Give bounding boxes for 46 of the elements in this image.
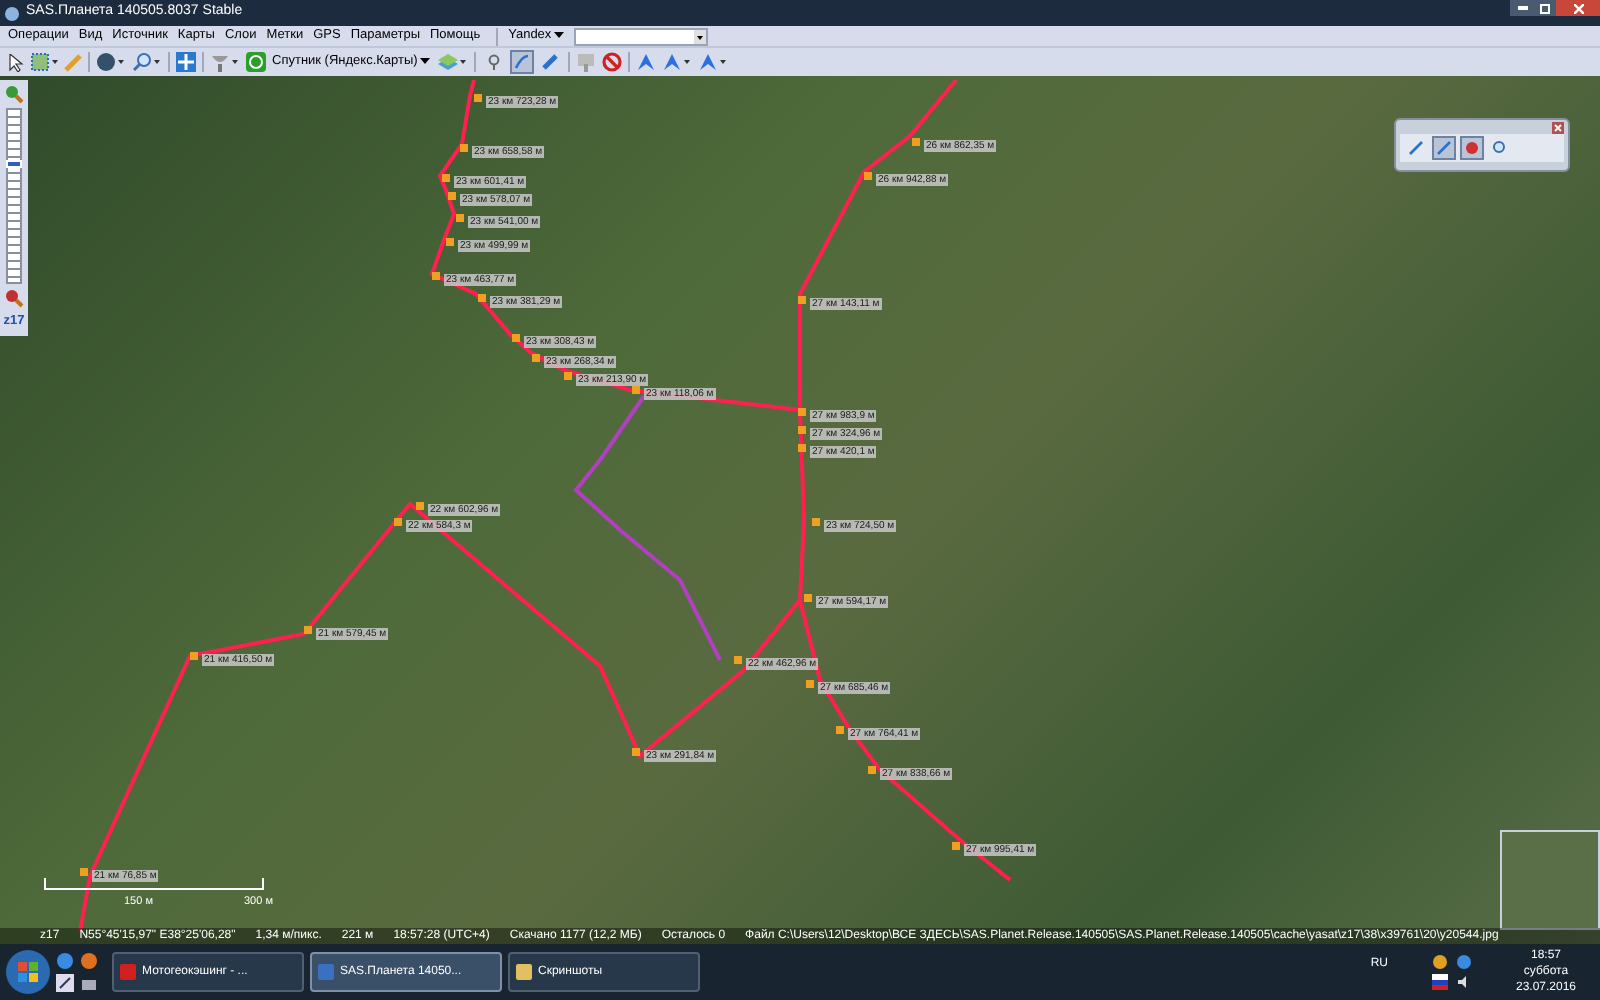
restore-button[interactable] (1534, 0, 1556, 16)
tool-button[interactable] (509, 50, 534, 74)
tool-button[interactable] (1404, 136, 1428, 160)
zoom-icon (1492, 140, 1508, 156)
satellite-photo[interactable] (0, 76, 1600, 944)
window-icon (120, 964, 136, 980)
layers-icon[interactable] (435, 52, 468, 72)
caret-icon (553, 32, 564, 40)
tool-button[interactable] (537, 50, 562, 74)
pen-icon[interactable] (56, 974, 74, 992)
flag-icon[interactable] (1432, 974, 1448, 990)
restore-icon (1540, 3, 1550, 13)
marker-icon (485, 54, 502, 70)
gps-icon[interactable] (697, 52, 728, 72)
speaker-icon[interactable] (1456, 974, 1472, 990)
select-area-icon[interactable] (30, 52, 58, 72)
close-icon (1573, 3, 1583, 13)
zoom-in-icon[interactable] (4, 84, 24, 104)
marker-icon[interactable] (575, 52, 596, 72)
caret-icon (419, 58, 430, 66)
fullscreen-icon[interactable] (176, 52, 196, 72)
globe-icon[interactable] (96, 52, 126, 72)
tool-button[interactable] (1432, 136, 1456, 160)
search-field[interactable] (573, 27, 708, 45)
zoom-out-icon[interactable] (4, 288, 24, 308)
map-source-icon (246, 52, 266, 72)
forbidden-icon[interactable] (601, 52, 622, 72)
gps-icon[interactable] (635, 52, 656, 72)
satellite-dish-icon[interactable] (210, 52, 240, 72)
start-button[interactable] (4, 948, 52, 996)
gps-icon[interactable] (661, 52, 692, 72)
close-icon[interactable] (1552, 122, 1564, 134)
close-button[interactable] (1556, 0, 1600, 16)
app-icon (4, 5, 20, 21)
tool-button[interactable] (1460, 136, 1484, 160)
window-icon (318, 964, 334, 980)
cursor-icon[interactable] (8, 53, 24, 71)
minimize-icon (1517, 6, 1527, 10)
minimize-button[interactable] (1510, 0, 1534, 16)
ruler-icon[interactable] (64, 53, 82, 71)
zoom-slider-thumb[interactable] (6, 160, 22, 169)
window-icon (516, 964, 532, 980)
marker-icon (1464, 140, 1480, 156)
minimap-photo (1500, 830, 1600, 930)
zoom-slider[interactable] (6, 108, 22, 284)
zoom-icon[interactable] (132, 52, 162, 72)
